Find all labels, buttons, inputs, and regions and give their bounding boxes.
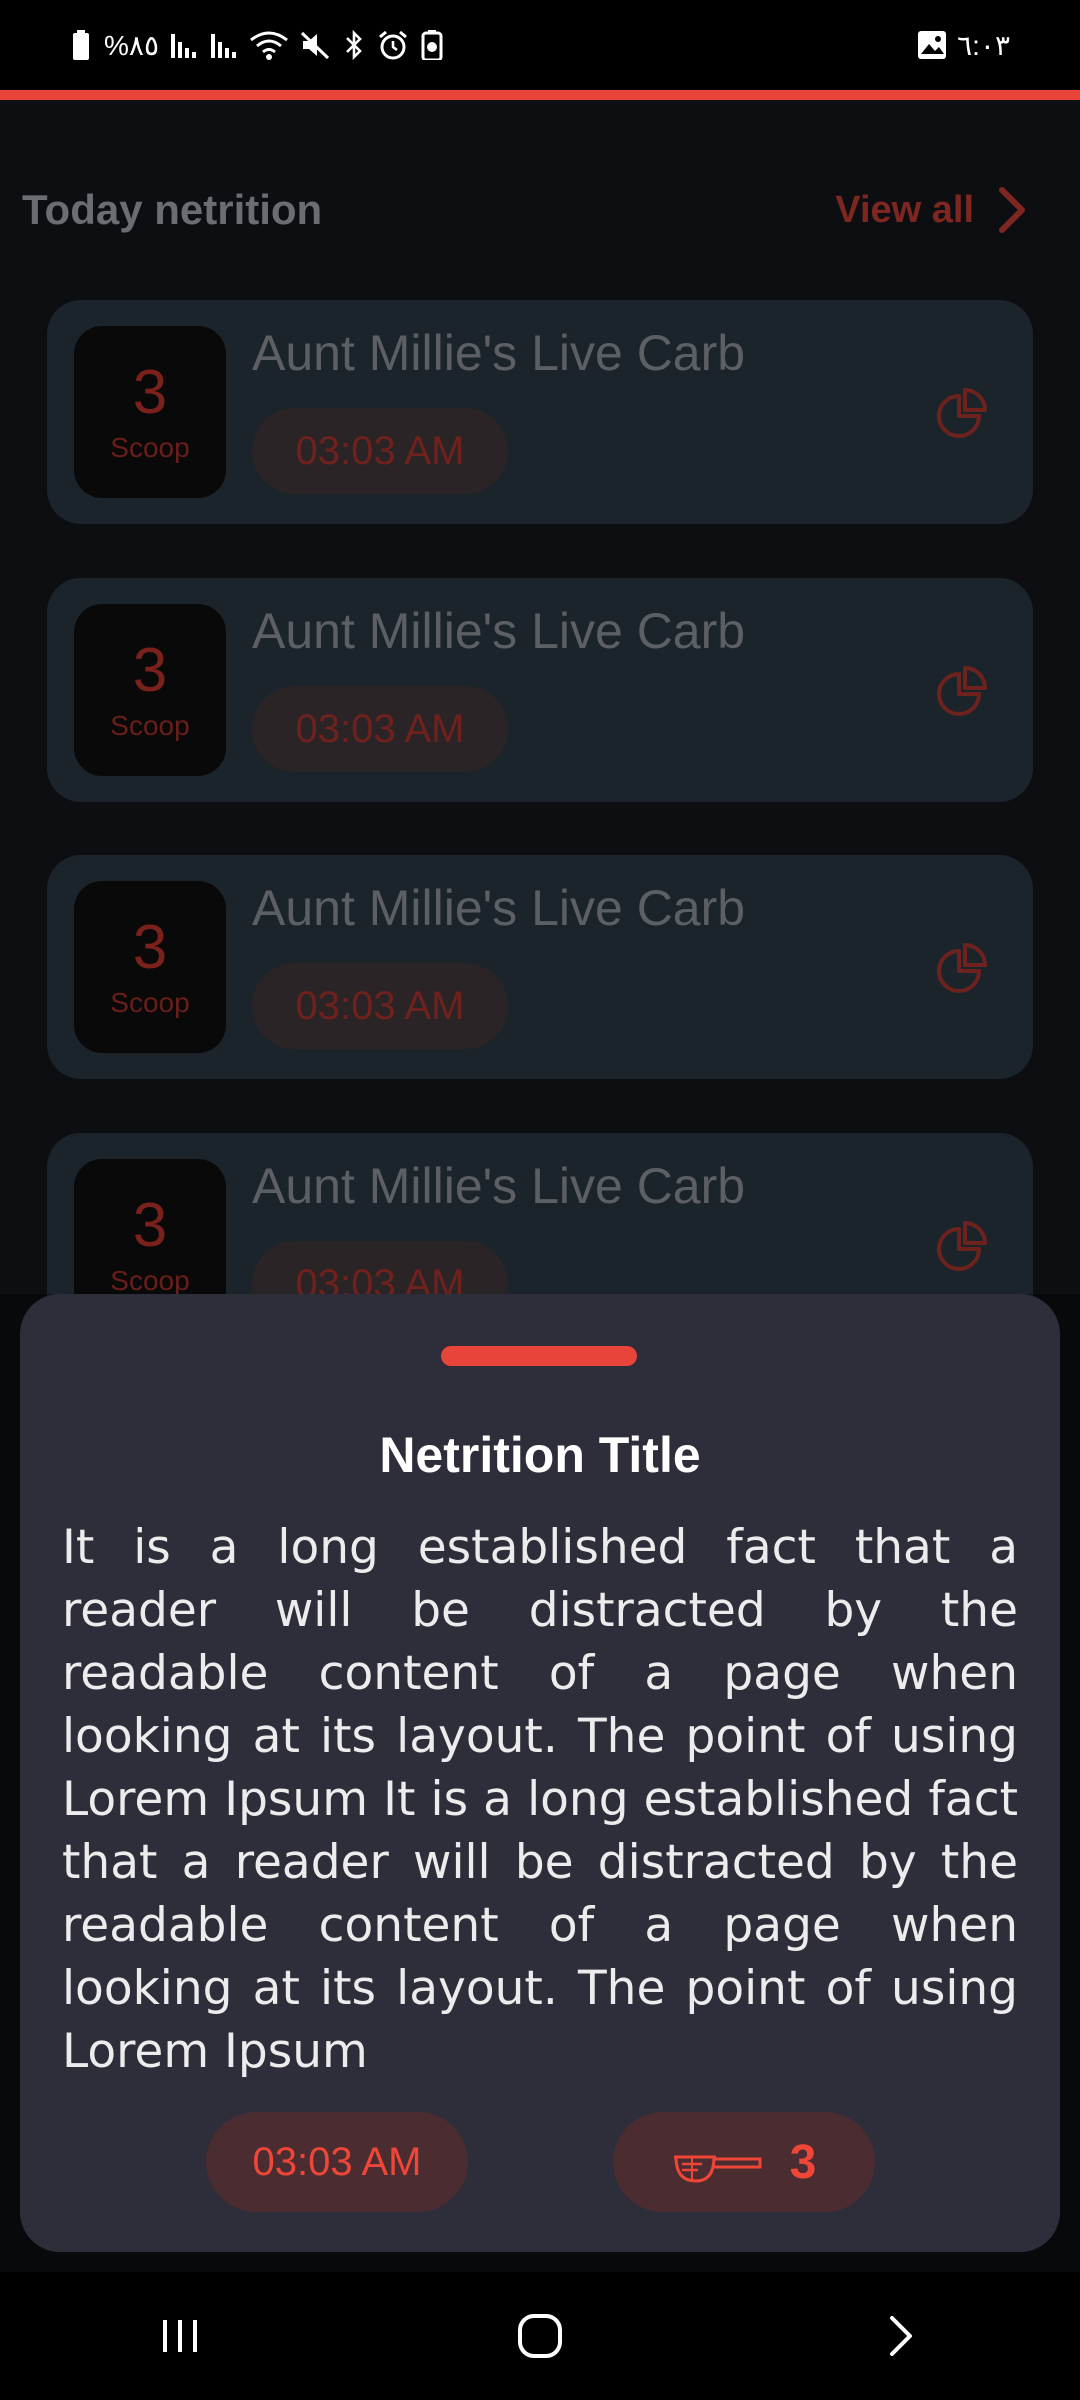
status-left: %٨٥ [68,27,445,63]
section-header: Today netrition View all [22,180,1032,240]
quantity-value: 3 [132,913,168,982]
view-all-link[interactable]: View all [835,184,1032,236]
back-icon [890,2316,912,2356]
view-all-label: View all [835,188,974,231]
time-badge: 03:03 AM [252,686,508,772]
time-badge: 03:03 AM [252,408,508,494]
pie-chart-icon[interactable] [933,660,993,720]
pie-chart-icon[interactable] [933,1215,993,1275]
nutrition-card[interactable]: 3 Scoop Aunt Millie's Live Carb 03:03 AM [47,578,1033,802]
bluetooth-icon [341,27,367,63]
scoop-icon [673,2155,762,2183]
recent-apps-icon [163,2320,197,2352]
quantity-unit: Scoop [110,1265,190,1296]
home-button[interactable] [480,2286,600,2386]
battery-level: %٨٥ [104,29,159,61]
header-accent-line [0,90,1080,100]
card-title: Aunt Millie's Live Carb [252,1158,746,1214]
mute-icon [299,27,331,63]
alarm-icon [377,27,409,63]
quantity-box: 3 Scoop [74,326,226,498]
card-title: Aunt Millie's Live Carb [252,325,746,381]
card-title: Aunt Millie's Live Carb [252,603,746,659]
quantity-unit: Scoop [110,710,190,741]
gallery-icon [917,27,947,63]
nutrition-card[interactable]: 3 Scoop Aunt Millie's Live Carb 03:03 AM [47,855,1033,1079]
quantity-box: 3 Scoop [74,881,226,1053]
sheet-title: Netrition Title [379,1427,701,1483]
time-badge: 03:03 AM [252,963,508,1049]
sheet-quantity-badge: 3 [613,2112,875,2212]
back-button[interactable] [840,2286,960,2386]
recent-apps-button[interactable] [120,2286,240,2386]
quantity-unit: Scoop [110,987,190,1018]
sheet-description: It is a long established fact that a rea… [62,1520,1018,2079]
nutrition-detail-sheet: Netrition Title It is a long established… [20,1294,1060,2252]
chevron-right-icon [999,187,1025,233]
home-icon [518,2314,562,2358]
battery-saver-icon [419,27,445,63]
status-bar: %٨٥ ٦:٠٣ [0,0,1080,90]
quantity-value: 3 [132,636,168,705]
nutrition-card[interactable]: 3 Scoop Aunt Millie's Live Carb 03:03 AM [47,300,1033,524]
signal-icon [169,27,199,63]
pie-chart-icon[interactable] [933,937,993,997]
card-title: Aunt Millie's Live Carb [252,880,746,936]
quantity-value: 3 [132,358,168,427]
pie-chart-icon[interactable] [933,382,993,442]
quantity-box: 3 Scoop [74,604,226,776]
system-nav-bar [0,2272,1080,2400]
sheet-quantity-value: 3 [789,2135,817,2189]
clock: ٦:٠٣ [957,29,1010,61]
status-right: ٦:٠٣ [917,27,1010,63]
quantity-unit: Scoop [110,432,190,463]
signal-icon [209,27,239,63]
sheet-drag-handle[interactable] [441,1346,637,1366]
screen: %٨٥ ٦:٠٣ Today netrition View all 3 Scoo… [0,0,1080,2400]
quantity-value: 3 [132,1191,168,1260]
sheet-time-badge: 03:03 AM [206,2112,468,2212]
battery-icon [68,27,94,63]
wifi-icon [249,27,289,63]
section-title: Today netrition [22,186,323,233]
